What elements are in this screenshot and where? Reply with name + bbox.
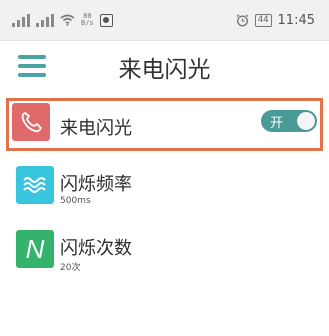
- call-flash-toggle[interactable]: 开: [261, 110, 317, 132]
- wave-icon: [16, 166, 54, 204]
- signal-icon: [12, 13, 30, 27]
- notification-app-icon: [99, 13, 113, 27]
- wifi-icon: [60, 14, 75, 26]
- page-title: 来电闪光: [118, 57, 211, 83]
- setting-label-call-flash: 来电闪光: [60, 118, 132, 139]
- setting-label-flash-frequency: 闪烁频率: [60, 174, 132, 195]
- status-left: 80 B/s: [12, 10, 113, 30]
- phone-icon: [12, 103, 50, 141]
- signal-icon-2: [36, 13, 54, 27]
- setting-value-flash-count: 20次: [60, 263, 81, 273]
- setting-value-flash-frequency: 500ms: [60, 196, 91, 206]
- toggle-label: 开: [270, 116, 284, 131]
- battery-indicator: 44: [254, 13, 272, 27]
- status-right: 44 11:45: [236, 10, 315, 30]
- app-bar: 来电闪光: [0, 41, 329, 92]
- toggle-knob: [297, 112, 315, 130]
- clock: 11:45: [277, 12, 315, 28]
- alarm-icon: [236, 13, 249, 27]
- setting-label-flash-count: 闪烁次数: [60, 238, 132, 259]
- n-icon: N: [16, 230, 54, 268]
- speed-unit: B/s: [81, 19, 94, 27]
- status-bar: 80 B/s 44 11:45: [0, 0, 329, 41]
- network-speed: 80 B/s: [81, 13, 94, 27]
